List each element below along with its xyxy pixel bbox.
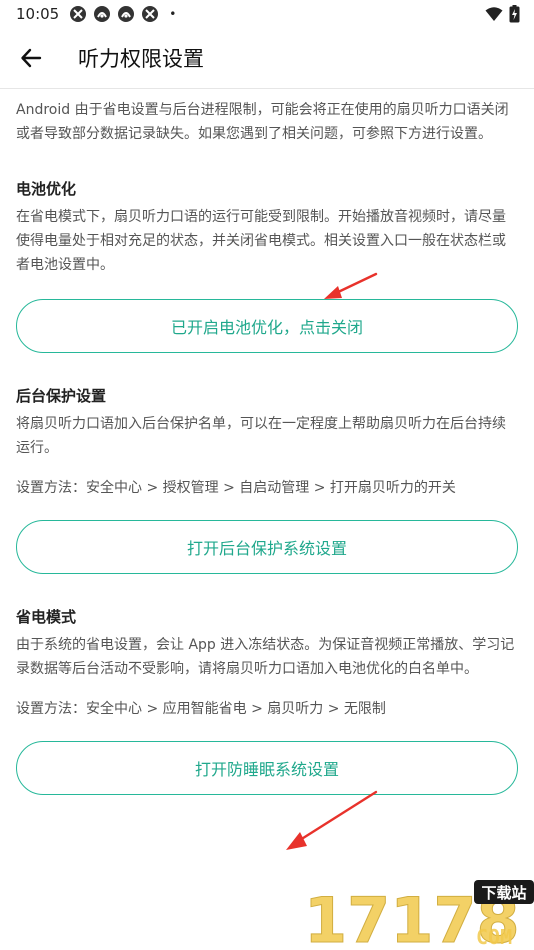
section-desc: 在省电模式下，扇贝听力口语的运行可能受到限制。开始播放音视频时，请尽量使得电量处…: [16, 209, 506, 273]
watermark-tag: 下载站: [481, 884, 526, 902]
section-title: 电池优化: [16, 180, 77, 198]
section-title: 后台保护设置: [16, 387, 107, 405]
section-battery-optimization: 电池优化 在省电模式下，扇贝听力口语的运行可能受到限制。开始播放音视频时，请尽量…: [16, 178, 518, 353]
section-desc: 由于系统的省电设置，会让 App 进入冻结状态。为保证音视频正常播放、学习记录数…: [16, 637, 515, 677]
back-arrow-icon: [21, 48, 42, 68]
section-background-protection: 后台保护设置 将扇贝听力口语加入后台保护名单，可以在一定程度上帮助扇贝听力在后台…: [16, 385, 518, 574]
status-right: [485, 5, 520, 23]
watermark-domain: COM: [476, 925, 512, 949]
status-bar: 10:05 •: [0, 0, 534, 28]
status-time: 10:05: [16, 5, 60, 23]
notification-app-icon: [94, 6, 111, 22]
section-method: 设置方法：安全中心 > 应用智能省电 > 扇贝听力 > 无限制: [16, 701, 386, 717]
open-background-protection-button[interactable]: 打开后台保护系统设置: [16, 520, 518, 574]
section-desc: 将扇贝听力口语加入后台保护名单，可以在一定程度上帮助扇贝听力在后台持续运行。: [16, 416, 506, 456]
section-method: 设置方法：安全中心 > 授权管理 > 自启动管理 > 打开扇贝听力的开关: [16, 480, 456, 496]
page-title: 听力权限设置: [78, 47, 204, 71]
header-divider: [0, 88, 534, 89]
notification-app-icon: [118, 6, 135, 22]
section-power-saving: 省电模式 由于系统的省电设置，会让 App 进入冻结状态。为保证音视频正常播放、…: [16, 606, 518, 795]
content: Android 由于省电设置与后台进程限制，可能会将正在使用的扇贝听力口语关闭或…: [16, 96, 518, 795]
wifi-icon: [485, 7, 503, 21]
disable-battery-optimization-button[interactable]: 已开启电池优化，点击关闭: [16, 299, 518, 353]
app-bar: 听力权限设置: [0, 28, 534, 88]
status-more-dot: •: [169, 7, 177, 21]
battery-icon: [509, 5, 520, 23]
open-anti-sleep-button[interactable]: 打开防睡眠系统设置: [16, 741, 518, 795]
annotation-arrow-icon: [286, 790, 378, 850]
intro-text: Android 由于省电设置与后台进程限制，可能会将正在使用的扇贝听力口语关闭或…: [16, 102, 509, 142]
notification-app-icon: [142, 6, 159, 22]
back-button[interactable]: [14, 41, 48, 75]
section-title: 省电模式: [16, 608, 77, 626]
notification-app-icon: [70, 6, 87, 22]
watermark-logo-icon: 17178 下载站 COM: [304, 880, 534, 950]
